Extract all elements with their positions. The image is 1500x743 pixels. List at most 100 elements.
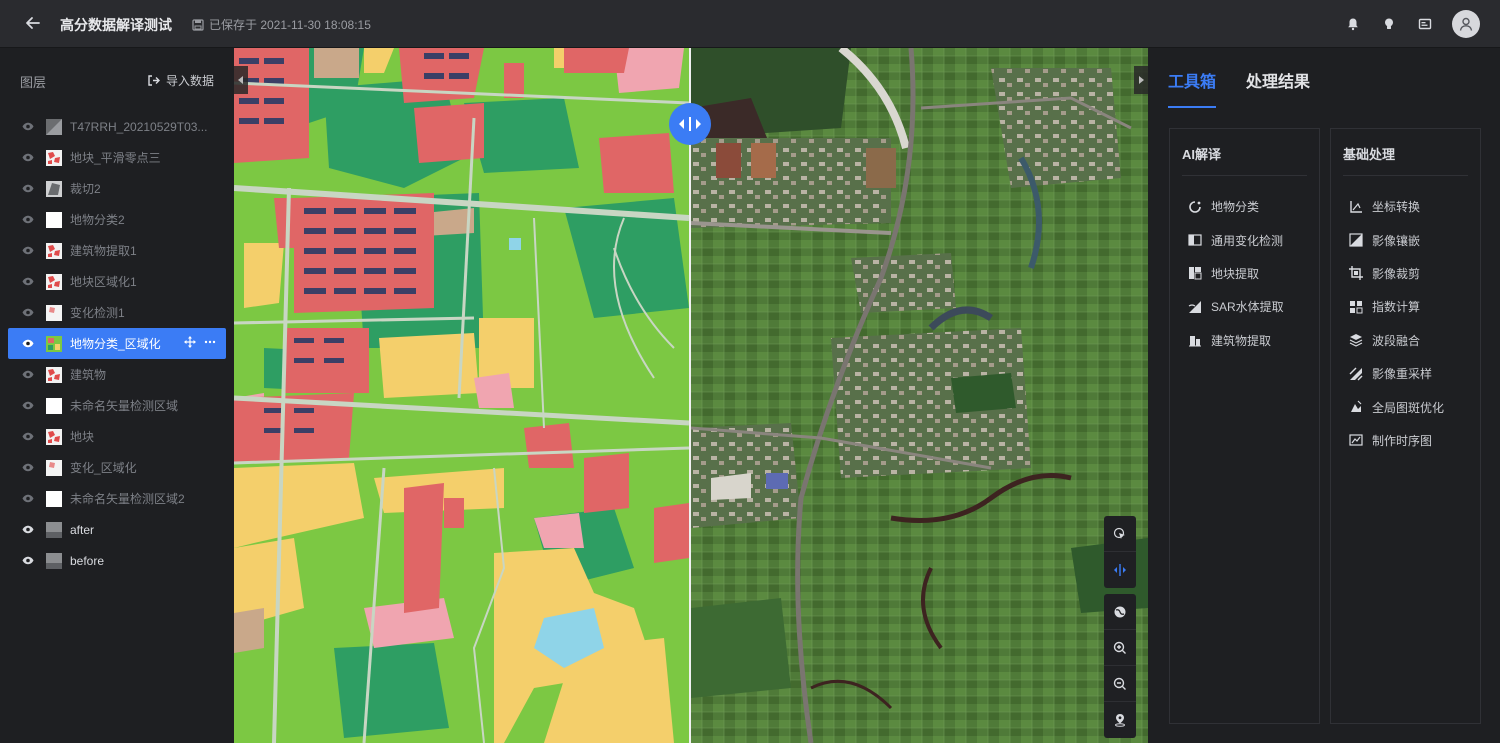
collapse-left-button[interactable] (234, 66, 248, 94)
tool-item[interactable]: SAR水体提取 (1170, 290, 1319, 323)
layer-item[interactable]: 建筑物提取1 (8, 235, 226, 266)
parcel-icon (1188, 266, 1202, 280)
tool-item[interactable]: 影像裁剪 (1331, 257, 1480, 290)
eye-icon[interactable] (22, 152, 34, 164)
select-tool-button[interactable] (1104, 516, 1136, 552)
layer-thumbnail (46, 366, 62, 383)
map-toolbar (1104, 516, 1136, 743)
layer-name: 地块 (70, 430, 95, 444)
layer-name: 变化检测1 (70, 306, 125, 320)
toolbox-panel: 工具箱 处理结果 AI解译 地物分类通用变化检测地块提取 SAR水体提取 建筑物提取… (1148, 48, 1500, 743)
locate-button[interactable] (1104, 702, 1136, 738)
eye-icon[interactable] (22, 462, 34, 474)
move-icon[interactable] (184, 336, 196, 351)
more-icon[interactable] (204, 336, 216, 351)
satellite-map[interactable] (691, 48, 1148, 743)
eye-icon[interactable] (22, 431, 34, 443)
import-data-button[interactable]: 导入数据 (147, 72, 214, 89)
collapse-right-button[interactable] (1134, 66, 1148, 94)
zoom-out-button[interactable] (1104, 666, 1136, 702)
index-icon (1349, 300, 1363, 314)
layer-item[interactable]: 未命名矢量检测区域 (8, 390, 226, 421)
user-avatar[interactable] (1452, 10, 1480, 38)
message-button[interactable] (1416, 15, 1434, 33)
layer-thumbnail (46, 459, 62, 476)
split-divider[interactable] (689, 48, 691, 743)
coord-icon (1349, 200, 1363, 214)
layer-item[interactable]: 未命名矢量检测区域2 (8, 483, 226, 514)
layer-item[interactable]: T47RRH_20210529T03... (8, 111, 226, 142)
globe-tool-button[interactable] (1104, 594, 1136, 630)
tool-item[interactable]: 制作时序图 (1331, 424, 1480, 457)
tool-item-label: 坐标转换 (1372, 200, 1421, 215)
layer-item[interactable]: 地块 (8, 421, 226, 452)
layer-thumbnail (46, 242, 62, 259)
layer-item[interactable]: 变化检测1 (8, 297, 226, 328)
tool-item[interactable]: 全局图斑优化 (1331, 390, 1480, 423)
map-tool-group-2 (1104, 594, 1136, 738)
layer-name: 地物分类_区域化 (70, 337, 161, 351)
tool-item[interactable]: 地块提取 (1170, 257, 1319, 290)
layer-item[interactable]: 地块区域化1 (8, 266, 226, 297)
tool-item[interactable]: 建筑物提取 (1170, 324, 1319, 357)
layer-name: 未命名矢量检测区域2 (70, 492, 185, 506)
layer-item[interactable]: 地物分类2 (8, 204, 226, 235)
layer-item[interactable]: 地块_平滑零点三 (8, 142, 226, 173)
basic-processing-card: 基础处理 坐标转换 影像镶嵌 影像裁剪 指数计算 波段融合 影像重采样 全局图斑优化 制作时序… (1330, 128, 1481, 724)
tool-item[interactable]: 波段融合 (1331, 324, 1480, 357)
basic-tool-list: 坐标转换影像镶嵌 影像裁剪指数计算波段融合 影像重采样 全局图斑优化 制作时序图 (1331, 176, 1480, 457)
lightbulb-icon (1385, 18, 1393, 29)
chevron-right-icon (1139, 76, 1144, 84)
eye-icon[interactable] (22, 121, 34, 133)
layers-title: 图层 (20, 75, 47, 90)
tool-item-label: 通用变化检测 (1211, 233, 1284, 248)
change-detect-icon (1188, 233, 1202, 247)
map-viewport[interactable] (234, 48, 1148, 743)
tool-item[interactable]: 指数计算 (1331, 290, 1480, 323)
tool-item[interactable]: 坐标转换 (1331, 190, 1480, 223)
zoom-in-icon (1113, 641, 1126, 654)
split-tool-button[interactable] (1104, 552, 1136, 588)
tab-toolbox[interactable]: 工具箱 (1168, 68, 1217, 108)
tab-results[interactable]: 处理结果 (1246, 68, 1310, 108)
ai-card-title: AI解译 (1182, 144, 1307, 176)
layer-item[interactable]: before (8, 545, 226, 576)
tool-item[interactable]: 通用变化检测 (1170, 223, 1319, 256)
zoom-in-button[interactable] (1104, 630, 1136, 666)
classification-map[interactable] (234, 48, 689, 743)
notification-button[interactable] (1344, 15, 1362, 33)
layer-thumbnail (46, 428, 62, 445)
layer-list: T47RRH_20210529T03... 地块_平滑零点三 裁切2 地物分类2 建筑物… (8, 111, 226, 576)
eye-icon[interactable] (22, 307, 34, 319)
eye-icon[interactable] (22, 245, 34, 257)
layer-thumbnail (46, 397, 62, 414)
layer-item[interactable]: after (8, 514, 226, 545)
eye-icon[interactable] (22, 369, 34, 381)
eye-icon[interactable] (22, 555, 34, 567)
back-button[interactable] (22, 12, 44, 34)
card-icon (1418, 18, 1432, 30)
eye-icon[interactable] (22, 524, 34, 536)
tool-item[interactable]: 影像重采样 (1331, 357, 1480, 390)
eye-icon[interactable] (22, 493, 34, 505)
layer-item[interactable]: 裁切2 (8, 173, 226, 204)
split-compare-icon (1114, 564, 1126, 576)
eye-icon[interactable] (22, 214, 34, 226)
eye-icon[interactable] (22, 400, 34, 412)
tool-item-label: 指数计算 (1372, 300, 1421, 315)
tips-button[interactable] (1380, 15, 1398, 33)
save-status-text: 已保存于 2021-11-30 18:08:15 (209, 18, 371, 32)
split-handle[interactable] (669, 103, 711, 145)
layer-name: 地块_平滑零点三 (70, 151, 161, 165)
eye-icon[interactable] (22, 183, 34, 195)
tool-item[interactable]: 影像镶嵌 (1331, 223, 1480, 256)
tool-item[interactable]: 地物分类 (1170, 190, 1319, 223)
layer-item[interactable]: 变化_区域化 (8, 452, 226, 483)
eye-icon[interactable] (22, 338, 34, 350)
eye-icon[interactable] (22, 276, 34, 288)
layer-item[interactable]: 地物分类_区域化 (8, 328, 226, 359)
layer-thumbnail (46, 552, 62, 569)
patch-optimize-icon (1349, 400, 1363, 414)
layer-item[interactable]: 建筑物 (8, 359, 226, 390)
sar-water-icon (1188, 300, 1202, 314)
